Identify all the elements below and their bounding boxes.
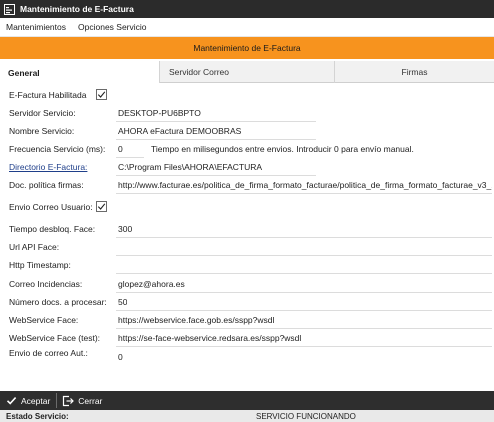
numero-docs-procesar-label: Número docs. a procesar: (9, 297, 107, 307)
banner-title: Mantenimiento de E-Factura (193, 43, 301, 53)
app-window-icon (4, 3, 15, 15)
row-envio-correo-aut: Envio de correo Aut.: 0 (0, 345, 494, 362)
directorio-efactura-link[interactable]: Directorio E-Factura: (9, 159, 87, 175)
footer-toolbar: Aceptar Cerrar (0, 391, 494, 410)
frecuencia-servicio-field[interactable]: 0 (118, 141, 123, 157)
frecuencia-servicio-hint: Tiempo en milisegundos entre envios. Int… (151, 144, 414, 154)
doc-politica-firmas-field[interactable]: http://www.facturae.es/politica_de_firma… (118, 177, 492, 193)
tab-strip: General Servidor Correo Firmas (0, 61, 494, 84)
correo-incidencias-field[interactable]: glopez@ahora.es (118, 276, 185, 292)
servidor-servicio-field[interactable]: DESKTOP-PU6BPTO (118, 105, 201, 121)
frecuencia-servicio-underline (116, 157, 144, 158)
tab-firmas[interactable]: Firmas (334, 61, 494, 83)
efactura-habilitada-checkbox[interactable] (96, 89, 107, 100)
numero-docs-procesar-field[interactable]: 50 (118, 294, 127, 310)
envio-correo-aut-label: Envio de correo Aut.: (9, 348, 88, 358)
close-button-label: Cerrar (78, 395, 103, 406)
url-api-face-underline (116, 255, 492, 256)
row-webservice-face-test: WebService Face (test): https://se-face-… (0, 330, 494, 347)
nombre-servicio-field[interactable]: AHORA eFactura DEMOOBRAS (118, 123, 241, 139)
tiempo-desbloq-face-field[interactable]: 300 (118, 221, 132, 237)
row-webservice-face: WebService Face: https://webservice.face… (0, 312, 494, 329)
row-tiempo-desbloq-face: Tiempo desbloq. Face: 300 (0, 221, 494, 238)
close-button[interactable]: Cerrar (57, 391, 108, 410)
envio-correo-aut-field[interactable]: 0 (118, 349, 123, 365)
webservice-face-test-field[interactable]: https://se-face-webservice.redsara.es/ss… (118, 330, 301, 346)
menu-mantenimientos[interactable]: Mantenimientos (0, 18, 72, 37)
title-bar: Mantenimiento de E-Factura (0, 0, 494, 18)
correo-incidencias-label: Correo Incidencias: (9, 279, 83, 289)
general-form: E-Factura Habilitada Servidor Servicio: … (0, 84, 494, 390)
header-banner: Mantenimiento de E-Factura (0, 37, 494, 59)
efactura-habilitada-label: E-Factura Habilitada (9, 90, 87, 100)
checkmark-icon (97, 203, 106, 210)
doc-politica-firmas-underline (116, 193, 492, 194)
servidor-servicio-label: Servidor Servicio: (9, 108, 76, 118)
webservice-face-label: WebService Face: (9, 315, 79, 325)
status-label: Estado Servicio: (6, 411, 69, 421)
tiempo-desbloq-face-underline (116, 237, 492, 238)
row-url-api-face: Url API Face: (0, 239, 494, 256)
webservice-face-test-label: WebService Face (test): (9, 333, 101, 343)
directorio-efactura-underline (116, 175, 316, 176)
row-directorio-efactura: Directorio E-Factura: C:\Program Files\A… (0, 159, 494, 176)
row-frecuencia-servicio: Frecuencia Servicio (ms): 0 Tiempo en mi… (0, 141, 494, 158)
webservice-face-underline (116, 328, 492, 329)
http-timestamp-underline (116, 273, 492, 274)
http-timestamp-label: Http Timestamp: (9, 260, 71, 270)
row-doc-politica-firmas: Doc. política firmas: http://www.factura… (0, 177, 494, 194)
status-bar: Estado Servicio: SERVICIO FUNCIONANDO (0, 410, 494, 422)
exit-icon (62, 395, 75, 407)
numero-docs-procesar-underline (116, 310, 492, 311)
webservice-face-field[interactable]: https://webservice.face.gob.es/sspp?wsdl (118, 312, 274, 328)
nombre-servicio-underline (116, 139, 316, 140)
nombre-servicio-label: Nombre Servicio: (9, 126, 75, 136)
window-title: Mantenimiento de E-Factura (20, 4, 134, 14)
row-servidor-servicio: Servidor Servicio: DESKTOP-PU6BPTO (0, 105, 494, 122)
row-http-timestamp: Http Timestamp: (0, 257, 494, 274)
accept-button-label: Aceptar (21, 395, 51, 406)
menu-bar: Mantenimientos Opciones Servicio (0, 18, 494, 37)
envio-correo-usuario-checkbox[interactable] (96, 201, 107, 212)
checkmark-icon (97, 91, 106, 98)
status-value: SERVICIO FUNCIONANDO (256, 411, 356, 421)
servidor-servicio-underline (116, 121, 316, 122)
row-correo-incidencias: Correo Incidencias: glopez@ahora.es (0, 276, 494, 293)
tab-general[interactable]: General (0, 61, 159, 84)
row-nombre-servicio: Nombre Servicio: AHORA eFactura DEMOOBRA… (0, 123, 494, 140)
row-envio-correo-usuario: Envio Correo Usuario: (0, 199, 494, 215)
accept-button[interactable]: Aceptar (0, 391, 56, 410)
frecuencia-servicio-label: Frecuencia Servicio (ms): (9, 144, 106, 154)
checkmark-icon (5, 395, 17, 407)
menu-opciones-servicio[interactable]: Opciones Servicio (72, 18, 153, 37)
row-numero-docs-procesar: Número docs. a procesar: 50 (0, 294, 494, 311)
doc-politica-firmas-label: Doc. política firmas: (9, 180, 84, 190)
tiempo-desbloq-face-label: Tiempo desbloq. Face: (9, 224, 96, 234)
row-efactura-habilitada: E-Factura Habilitada (0, 87, 494, 103)
tab-servidor-correo[interactable]: Servidor Correo (159, 61, 334, 83)
url-api-face-label: Url API Face: (9, 242, 60, 252)
envio-correo-usuario-label: Envio Correo Usuario: (9, 202, 93, 212)
directorio-efactura-field[interactable]: C:\Program Files\AHORA\EFACTURA (118, 159, 262, 175)
correo-incidencias-underline (116, 292, 492, 293)
